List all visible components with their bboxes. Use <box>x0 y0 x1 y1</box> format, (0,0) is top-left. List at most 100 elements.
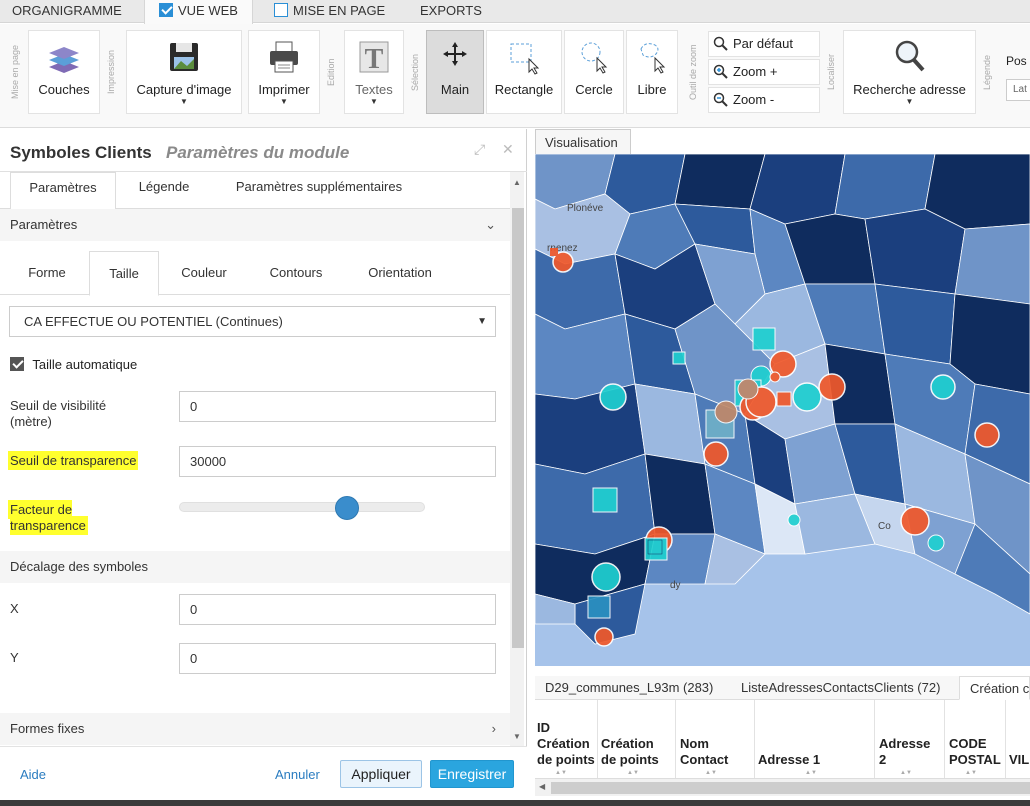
recherche-label: Recherche adresse <box>853 82 966 97</box>
tab-vue-web[interactable]: VUE WEB <box>144 0 253 24</box>
map-view[interactable]: Plonéve rnenez Co dy <box>535 154 1030 666</box>
section-decalage[interactable]: Décalage des symboles <box>0 551 510 583</box>
panel-subtitle: Paramètres du module <box>166 143 350 162</box>
sort-arrows-icon[interactable]: ▲▼ <box>705 770 717 776</box>
scroll-up-icon[interactable]: ▲ <box>513 178 521 187</box>
column-header[interactable]: Adresse 2 <box>879 736 939 768</box>
table-horizontal-scrollbar[interactable]: ◀ <box>535 778 1030 796</box>
tab-organigramme[interactable]: ORGANIGRAMME <box>12 0 122 23</box>
tab-parametres[interactable]: Paramètres <box>10 172 116 210</box>
couches-button[interactable]: Couches <box>28 30 100 114</box>
rectangle-tool-button[interactable]: Rectangle <box>486 30 562 114</box>
transparency-threshold-input[interactable]: 30000 <box>179 446 496 477</box>
tab-legende[interactable]: Légende <box>124 172 204 209</box>
column-header[interactable]: Adresse 1 <box>758 752 868 768</box>
column-header[interactable]: CODE POSTAL <box>949 736 1005 768</box>
size-variable-select[interactable]: CA EFFECTUE OU POTENTIEL (Continues) ▼ <box>9 306 496 337</box>
map-place-label: dy <box>670 580 681 591</box>
close-icon[interactable]: ✕ <box>502 141 514 158</box>
column-divider <box>754 700 755 778</box>
tab-creation[interactable]: Création c <box>959 676 1030 700</box>
checkbox-icon <box>274 3 288 17</box>
section-parametres[interactable]: Paramètres ⌄ <box>0 209 510 241</box>
x-offset-input[interactable]: 0 <box>179 594 496 625</box>
auto-size-label: Taille automatique <box>32 357 138 372</box>
tab-communes[interactable]: D29_communes_L93m (283) <box>545 676 713 700</box>
tab-taille[interactable]: Taille <box>89 251 159 296</box>
slider-handle[interactable] <box>335 496 359 520</box>
auto-size-checkbox[interactable]: Taille automatique <box>10 357 137 372</box>
search-icon <box>895 40 924 72</box>
group-label-edition: Edition <box>326 58 336 86</box>
column-header[interactable]: ID Création de points <box>537 720 595 768</box>
sort-arrows-icon[interactable]: ▲▼ <box>555 770 567 776</box>
imprimer-button[interactable]: Imprimer ▼ <box>248 30 320 114</box>
panel-footer: Aide Annuler Appliquer Enregistrer <box>0 746 527 800</box>
libre-tool-button[interactable]: Libre <box>626 30 678 114</box>
tab-adresses-contacts[interactable]: ListeAdressesContactsClients (72) <box>741 676 940 700</box>
dropdown-caret-icon: ▼ <box>370 97 378 106</box>
x-offset-label: X <box>10 601 19 616</box>
column-divider <box>597 700 598 778</box>
y-offset-input[interactable]: 0 <box>179 643 496 674</box>
group-label-outil-de-zoom: Outil de zoom <box>688 44 698 100</box>
tab-label: VUE WEB <box>178 3 238 18</box>
scroll-left-icon[interactable]: ◀ <box>539 782 545 791</box>
rectangle-select-icon <box>510 43 540 75</box>
apply-button[interactable]: Appliquer <box>340 760 422 788</box>
tab-mise-en-page[interactable]: MISE EN PAGE <box>274 0 385 23</box>
column-header[interactable]: Création de points <box>601 736 671 768</box>
panel-header: Symboles Clients Paramètres du module ⤢ … <box>0 129 527 172</box>
zoom-out-icon <box>713 92 728 107</box>
sort-arrows-icon[interactable]: ▲▼ <box>965 770 977 776</box>
cancel-link[interactable]: Annuler <box>275 767 320 782</box>
transparency-factor-slider[interactable] <box>179 496 425 520</box>
tab-contours[interactable]: Contours <box>252 251 340 295</box>
checkbox-icon <box>159 3 173 17</box>
tab-exports[interactable]: EXPORTS <box>420 0 482 23</box>
cercle-tool-button[interactable]: Cercle <box>564 30 624 114</box>
scroll-down-icon[interactable]: ▼ <box>513 732 521 741</box>
tab-orientation[interactable]: Orientation <box>350 251 450 295</box>
panel-scrollbar[interactable]: ▲ ▼ <box>510 172 524 747</box>
dropdown-caret-icon: ▼ <box>280 97 288 106</box>
sort-arrows-icon[interactable]: ▲▼ <box>805 770 817 776</box>
select-value: CA EFFECTUE OU POTENTIEL (Continues) <box>24 314 283 329</box>
main-tool-button[interactable]: Main <box>426 30 484 114</box>
save-button[interactable]: Enregistrer <box>430 760 514 788</box>
move-icon <box>443 42 467 66</box>
column-header[interactable]: Nom Contact <box>680 736 752 768</box>
dropdown-caret-icon: ▼ <box>905 97 914 106</box>
map-place-label: Co <box>878 521 891 532</box>
tab-forme[interactable]: Forme <box>10 251 84 295</box>
sort-arrows-icon[interactable]: ▲▼ <box>900 770 912 776</box>
highlighted-text: Facteur de transparence <box>10 502 86 533</box>
column-header[interactable]: VIL <box>1009 752 1030 768</box>
recherche-adresse-button[interactable]: Recherche adresse ▼ <box>843 30 976 114</box>
visibility-threshold-input[interactable]: 0 <box>179 391 496 422</box>
textes-label: Textes <box>355 82 393 97</box>
scroll-thumb[interactable] <box>551 782 1030 794</box>
layers-icon <box>49 47 79 73</box>
section-formes-fixes[interactable]: Formes fixes › <box>0 713 510 745</box>
tab-visualisation[interactable]: Visualisation <box>535 129 631 155</box>
position-latitude-field[interactable]: Lat <box>1006 79 1030 101</box>
zoom-default-button[interactable]: Par défaut <box>708 31 820 57</box>
expand-icon[interactable]: ⤢ <box>474 141 485 158</box>
magnifier-icon <box>713 36 728 51</box>
tab-couleur[interactable]: Couleur <box>166 251 242 295</box>
y-offset-label: Y <box>10 650 19 665</box>
tab-parametres-supplementaires[interactable]: Paramètres supplémentaires <box>216 172 422 209</box>
scroll-thumb[interactable] <box>512 208 524 648</box>
zoom-out-label: Zoom - <box>733 92 775 107</box>
zoom-out-button[interactable]: Zoom - <box>708 87 820 113</box>
column-divider <box>1005 700 1006 778</box>
column-divider <box>675 700 676 778</box>
sort-arrows-icon[interactable]: ▲▼ <box>627 770 639 776</box>
symbol-tabs: Forme Taille Couleur Contours Orientatio… <box>0 251 510 296</box>
textes-button[interactable]: T Textes ▼ <box>344 30 404 114</box>
lasso-select-icon <box>640 43 666 74</box>
zoom-in-button[interactable]: Zoom + <box>708 59 820 85</box>
capture-image-button[interactable]: Capture d'image ▼ <box>126 30 242 114</box>
help-link[interactable]: Aide <box>20 767 46 782</box>
